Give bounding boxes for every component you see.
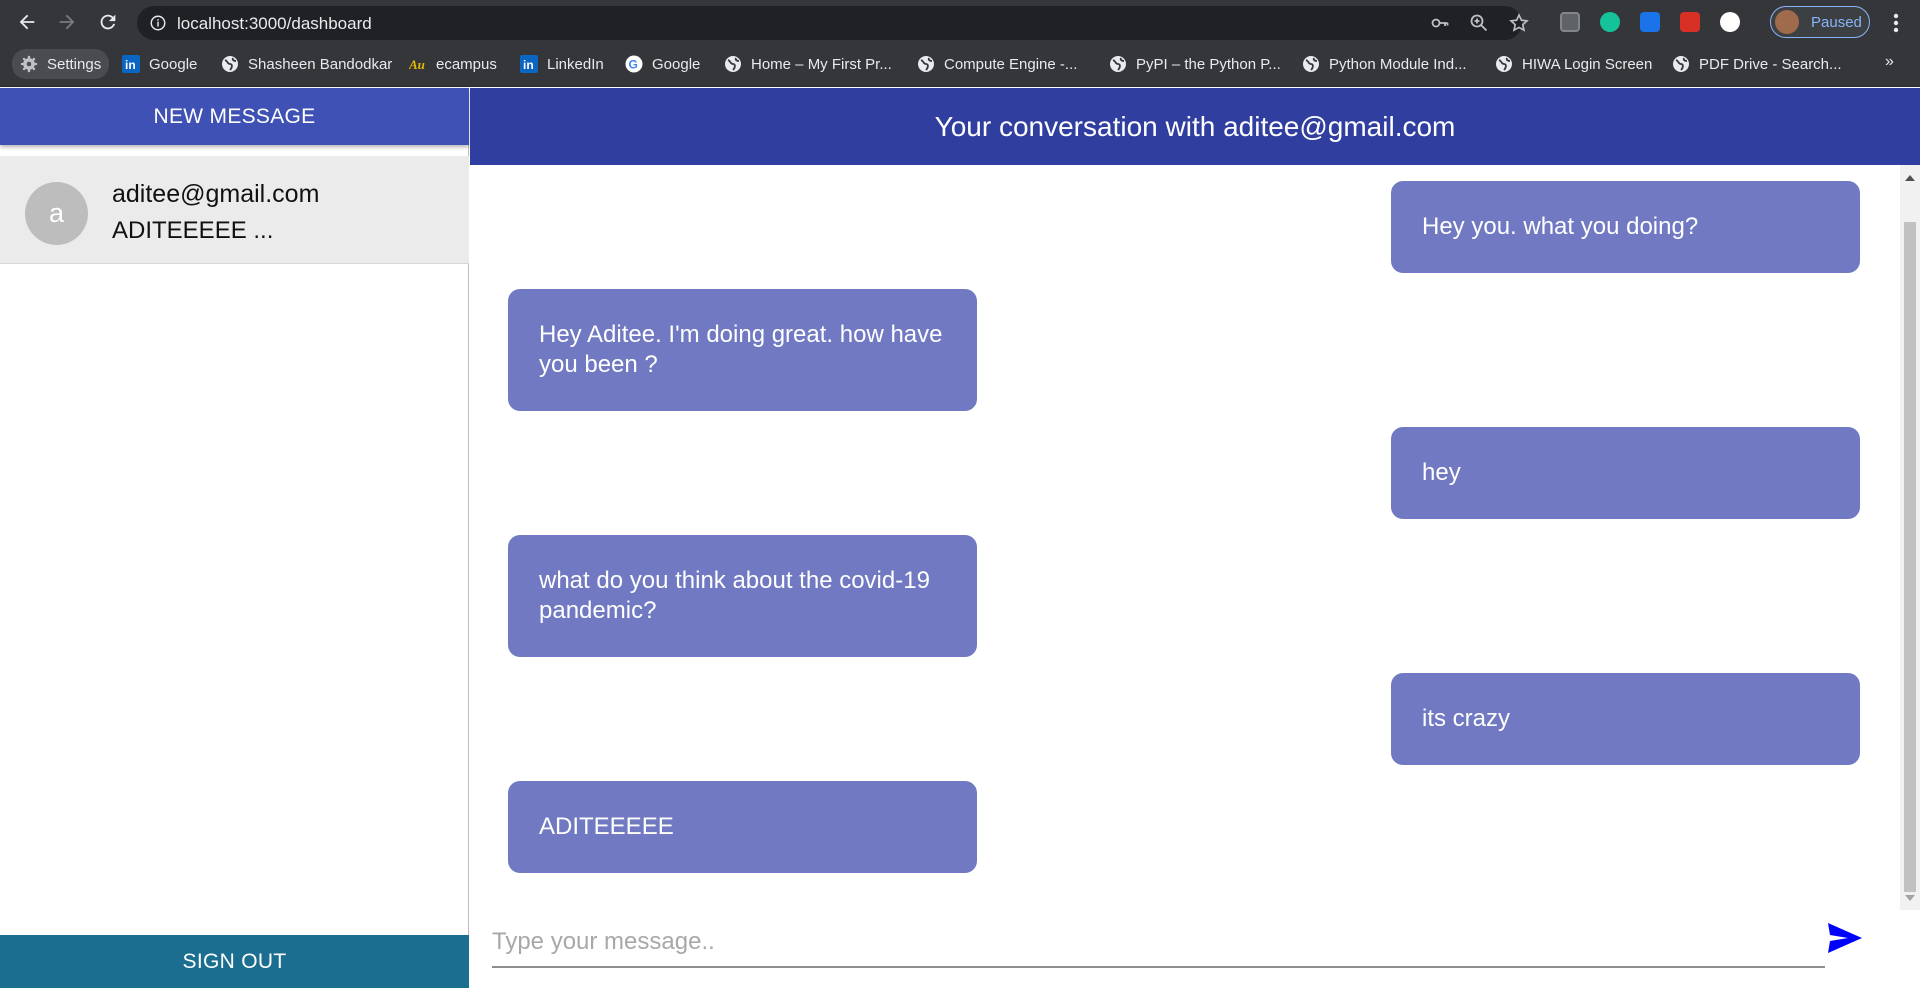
url-text[interactable]: localhost:3000/dashboard: [177, 14, 372, 34]
bookmark-ecampus[interactable]: Au ecampus: [409, 45, 497, 83]
arrow-right-icon: [59, 14, 75, 30]
message-text: hey: [1422, 459, 1461, 486]
bookmark-pdf-drive[interactable]: PDF Drive - Search...: [1672, 45, 1842, 83]
bookmark-extension-icon[interactable]: [1640, 12, 1660, 32]
bookmark-label: Python Module Ind...: [1329, 55, 1467, 73]
chat-list-item[interactable]: a aditee@gmail.com ADITEEEEE ...: [0, 156, 469, 264]
au-icon: Au: [409, 57, 425, 72]
bookmark-label: HIWA Login Screen: [1522, 55, 1653, 73]
globe-icon: [725, 56, 741, 72]
bookmark-shasheen[interactable]: Shasheen Bandodkar: [221, 45, 392, 83]
svg-text:in: in: [523, 58, 534, 72]
bookmark-hiwa[interactable]: HIWA Login Screen: [1495, 45, 1652, 83]
extension-icon[interactable]: [1560, 12, 1580, 32]
message-bubble-received: what do you think about the covid-19 pan…: [508, 535, 977, 657]
bookmark-label: Shasheen Bandodkar: [248, 55, 393, 73]
extension-red-icon[interactable]: [1680, 12, 1700, 32]
chat-preview: ADITEEEEE ...: [112, 217, 274, 244]
message-composer: [492, 918, 1825, 968]
scrollbar-thumb[interactable]: [1904, 222, 1916, 892]
browser-toolbar: localhost:3000/dashboard Paused: [0, 0, 1920, 45]
reload-icon: [100, 14, 116, 30]
message-bubble-received: Hey Aditee. I'm doing great. how have yo…: [508, 289, 977, 411]
globe-icon: [1303, 56, 1319, 72]
linkedin-icon: in: [122, 55, 140, 73]
message-bubble-sent: Hey you. what you doing?: [1391, 181, 1860, 273]
bookmark-label: PDF Drive - Search...: [1699, 55, 1842, 73]
extension-circle-icon[interactable]: [1720, 12, 1740, 32]
address-bar[interactable]: localhost:3000/dashboard: [137, 6, 1529, 40]
globe-icon: [1496, 56, 1512, 72]
svg-text:in: in: [125, 58, 136, 72]
star-icon[interactable]: [1509, 13, 1529, 33]
kebab-menu-icon[interactable]: [1884, 10, 1908, 36]
bookmark-linkedin[interactable]: in LinkedIn: [520, 45, 604, 83]
bookmarks-bar: Settings in Google Shasheen Bandodkar Au…: [0, 45, 1920, 87]
message-bubble-sent: hey: [1391, 427, 1860, 519]
bookmark-google-linkedin[interactable]: in Google: [122, 45, 197, 83]
grammarly-icon[interactable]: [1600, 12, 1620, 32]
bookmark-label: PyPI – the Python P...: [1136, 55, 1281, 73]
bookmarks-overflow-button[interactable]: »: [1885, 53, 1894, 71]
back-button[interactable]: [13, 8, 41, 36]
avatar: a: [25, 182, 88, 245]
bookmark-python-module[interactable]: Python Module Ind...: [1302, 45, 1467, 83]
message-text: ADITEEEEE: [539, 813, 674, 840]
bookmark-label: ecampus: [436, 55, 497, 73]
chat-header: Your conversation with aditee@gmail.com: [470, 88, 1920, 165]
chat-title: Your conversation with aditee@gmail.com: [934, 110, 1456, 142]
new-message-button[interactable]: NEW MESSAGE: [0, 88, 469, 145]
message-list: Hey you. what you doing? Hey Aditee. I'm…: [470, 165, 1900, 910]
message-bubble-received: ADITEEEEE: [508, 781, 977, 873]
profile-status-label: Paused: [1811, 14, 1862, 31]
zoom-icon[interactable]: [1469, 13, 1489, 33]
message-bubble-sent: its crazy: [1391, 673, 1860, 765]
avatar: [1775, 10, 1799, 34]
message-text: its crazy: [1422, 705, 1511, 732]
info-icon[interactable]: [149, 14, 167, 32]
globe-icon: [1110, 56, 1126, 72]
send-button[interactable]: [1825, 918, 1865, 958]
message-text: Hey you. what you doing?: [1422, 213, 1699, 240]
key-icon[interactable]: [1430, 13, 1450, 33]
globe-icon: [918, 56, 934, 72]
bookmark-label: Google: [652, 55, 701, 73]
bookmark-pypi[interactable]: PyPI – the Python P...: [1109, 45, 1281, 83]
bookmark-settings[interactable]: Settings: [12, 49, 110, 79]
bookmark-label: Home – My First Pr...: [751, 55, 892, 73]
arrow-left-icon: [19, 14, 35, 30]
scroll-down-arrow-icon[interactable]: [1905, 895, 1915, 901]
bookmark-home[interactable]: Home – My First Pr...: [724, 45, 892, 83]
sign-out-button[interactable]: SIGN OUT: [0, 935, 469, 988]
gear-icon: [20, 55, 38, 73]
google-icon: G: [625, 55, 643, 73]
profile-button[interactable]: Paused: [1770, 6, 1870, 38]
message-input[interactable]: [492, 918, 1825, 966]
bookmark-label: Settings: [47, 55, 102, 73]
globe-icon: [222, 56, 238, 72]
scrollbar[interactable]: [1900, 165, 1920, 910]
globe-icon: [1673, 56, 1689, 72]
chat-email: aditee@gmail.com: [112, 180, 320, 208]
bookmark-label: Compute Engine -...: [944, 55, 1078, 73]
message-text: Hey Aditee. I'm doing great. how have yo…: [539, 321, 943, 378]
bookmark-label: LinkedIn: [547, 55, 604, 73]
send-icon: [1828, 923, 1862, 953]
svg-text:Au: Au: [409, 57, 425, 72]
message-text: what do you think about the covid-19 pan…: [539, 567, 930, 624]
linkedin-icon: in: [520, 55, 538, 73]
sidebar: NEW MESSAGE a aditee@gmail.com ADITEEEEE…: [0, 88, 469, 988]
svg-text:G: G: [629, 58, 638, 72]
bookmark-compute-engine[interactable]: Compute Engine -...: [917, 45, 1077, 83]
forward-button[interactable]: [53, 8, 81, 36]
reload-button[interactable]: [94, 8, 122, 36]
bookmark-google[interactable]: G Google: [625, 45, 700, 83]
bookmark-label: Google: [149, 55, 198, 73]
scroll-up-arrow-icon[interactable]: [1905, 175, 1915, 181]
